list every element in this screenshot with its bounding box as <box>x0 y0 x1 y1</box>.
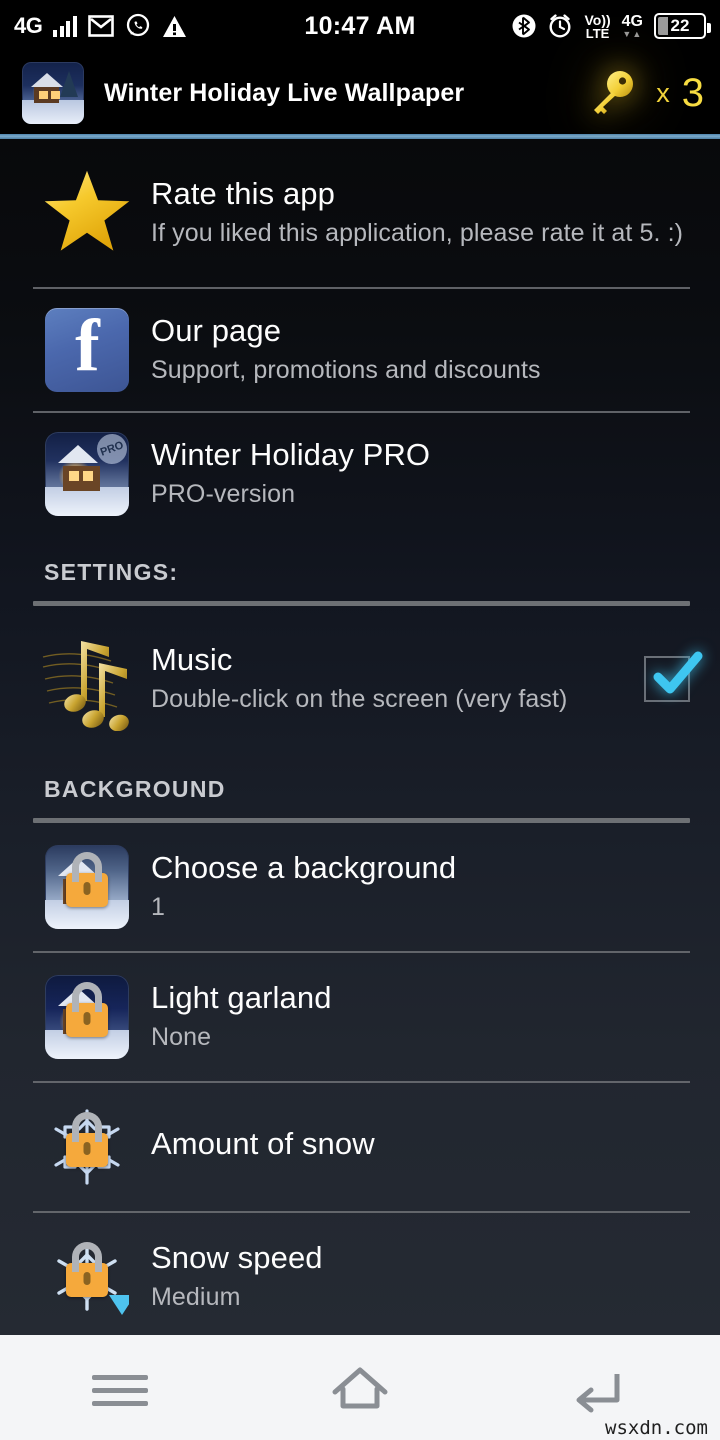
list-item-text: Snow speed Medium <box>141 1239 690 1313</box>
volte-top-label: Vo)) <box>584 11 611 28</box>
section-header-label: BACKGROUND <box>44 776 226 802</box>
pro-app-icon: PRO <box>33 432 141 516</box>
data-arrows-label: ▼▲ <box>622 28 643 39</box>
list-item-title: Snow speed <box>151 1239 323 1275</box>
key-counter[interactable]: x 3 <box>582 64 704 122</box>
section-header-settings: SETTINGS: <box>0 535 720 596</box>
lock-icon <box>66 873 108 908</box>
list-item-light-garland[interactable]: Light garland None <box>0 953 720 1081</box>
snowflake-icon <box>33 1105 141 1189</box>
volte-bottom-label: LTE <box>585 25 610 41</box>
snowflake-speed-icon <box>33 1235 141 1319</box>
section-header-background: BACKGROUND <box>0 752 720 813</box>
phone-screen: 4G 10:47 AM Vo)) LTE 4G ▼▲ 22 Winter Hol… <box>0 0 720 1440</box>
data-network-label: 4G <box>621 12 643 30</box>
list-item-title: Our page <box>151 312 282 348</box>
bluetooth-icon <box>512 14 536 38</box>
list-item-text: Light garland None <box>141 979 690 1053</box>
lock-icon <box>66 1003 108 1038</box>
list-item-snow-speed[interactable]: Snow speed Medium <box>0 1213 720 1335</box>
menu-icon[interactable] <box>60 1357 180 1423</box>
list-item-text: Winter Holiday PRO PRO-version <box>141 436 690 510</box>
email-icon <box>88 15 114 37</box>
list-item-choose-a-background[interactable]: Choose a background 1 <box>0 823 720 951</box>
page-title: Winter Holiday Live Wallpaper <box>104 78 465 107</box>
list-item-title: Light garland <box>151 979 332 1015</box>
list-item-winter-holiday-pro[interactable]: PRO Winter Holiday PRO PRO-version <box>0 413 720 535</box>
chevron-down-icon[interactable] <box>109 1295 129 1315</box>
status-bar-right: Vo)) LTE 4G ▼▲ 22 <box>512 12 711 40</box>
list-item-music[interactable]: Music Double-click on the screen (very f… <box>0 606 720 752</box>
status-bar: 4G 10:47 AM Vo)) LTE 4G ▼▲ 22 <box>0 0 720 52</box>
status-bar-left: 4G <box>14 13 187 39</box>
list-item-amount-of-snow[interactable]: Amount of snow <box>0 1083 720 1211</box>
system-navigation-bar: wsxdn.com <box>0 1335 720 1440</box>
garland-preview-icon <box>33 975 141 1059</box>
list-item-title: Music <box>151 641 233 677</box>
list-item-subtitle: If you liked this application, please ra… <box>151 218 684 247</box>
list-item-subtitle: Support, promotions and discounts <box>151 355 541 384</box>
list-item-our-page[interactable]: Our page Support, promotions and discoun… <box>0 289 720 411</box>
list-item-subtitle: 1 <box>151 892 166 921</box>
home-icon[interactable] <box>300 1357 420 1423</box>
list-item-subtitle: Medium <box>151 1282 241 1311</box>
checkmark-icon <box>653 651 703 694</box>
list-item-text: Music Double-click on the screen (very f… <box>141 641 630 715</box>
alarm-icon <box>549 14 571 38</box>
key-multiplier-label: x <box>656 77 670 108</box>
list-item-rate-this-app[interactable]: Rate this app If you liked this applicat… <box>0 139 720 287</box>
music-checkbox[interactable] <box>644 651 703 702</box>
battery-icon: 22 <box>654 13 711 39</box>
data-network-icon: 4G ▼▲ <box>621 12 643 39</box>
list-item-text: Rate this app If you liked this applicat… <box>141 175 690 249</box>
settings-list: Rate this app If you liked this applicat… <box>0 139 720 1335</box>
section-header-label: SETTINGS: <box>44 559 179 585</box>
star-icon <box>33 166 141 260</box>
watermark: wsxdn.com <box>605 1417 708 1439</box>
lock-icon <box>66 1263 108 1298</box>
list-item-title: Amount of snow <box>151 1126 375 1162</box>
network-type-label: 4G <box>14 13 43 38</box>
music-notes-icon <box>33 627 141 731</box>
signal-bars-icon <box>53 15 77 37</box>
list-item-title: Winter Holiday PRO <box>151 436 431 472</box>
back-icon[interactable] <box>540 1357 660 1423</box>
key-count-label: 3 <box>681 71 704 115</box>
list-item-text: Choose a background 1 <box>141 849 690 923</box>
list-item-title: Choose a background <box>151 849 457 885</box>
list-item-subtitle: Double-click on the screen (very fast) <box>151 684 568 713</box>
app-icon-winter-cabin <box>22 62 84 124</box>
list-item-text: Our page Support, promotions and discoun… <box>141 312 690 386</box>
whatsapp-icon <box>126 13 150 37</box>
list-item-title: Rate this app <box>151 175 335 211</box>
list-item-subtitle: PRO-version <box>151 479 296 508</box>
volte-icon: Vo)) LTE <box>584 13 610 40</box>
facebook-icon <box>33 308 141 392</box>
list-item-text: Amount of snow <box>141 1126 690 1167</box>
background-preview-icon <box>33 845 141 929</box>
list-item-subtitle: None <box>151 1022 212 1051</box>
key-icon[interactable] <box>582 64 644 122</box>
battery-level-label: 22 <box>670 16 690 35</box>
lock-icon <box>66 1133 108 1168</box>
warning-icon <box>162 15 186 37</box>
app-header-bar: Winter Holiday Live Wallpaper x 3 <box>0 52 720 134</box>
